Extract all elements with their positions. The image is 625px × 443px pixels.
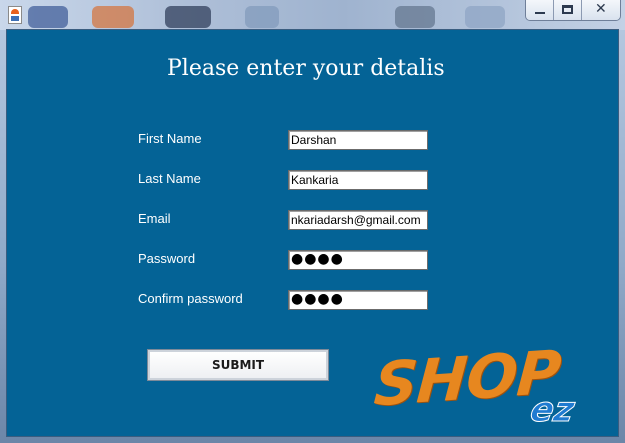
last-name-label: Last Name [138,171,201,186]
submit-button[interactable]: SUBMIT [147,349,329,381]
window-controls: ✕ [525,0,621,21]
desktop-background [165,6,211,28]
password-field[interactable]: ●●●● [288,250,428,270]
desktop-background [395,6,435,28]
first-name-field[interactable]: Darshan [288,130,428,150]
logo-ez-text: ez [527,390,578,431]
confirm-password-field[interactable]: ●●●● [288,290,428,310]
minimize-button[interactable] [526,0,554,20]
first-name-label: First Name [138,131,202,146]
email-label: Email [138,211,171,226]
desktop-background [245,6,279,28]
desktop-background [92,6,134,28]
desktop-background [28,6,68,28]
email-field[interactable]: nkariadarsh@gmail.com [288,210,428,230]
close-button[interactable]: ✕ [582,0,620,20]
close-icon: ✕ [595,1,607,17]
shop-ez-logo: SHOP ez [367,338,612,436]
maximize-icon [562,5,573,14]
desktop-background [465,6,505,28]
registration-panel: Please enter your detalis First Name Dar… [7,30,618,436]
maximize-button[interactable] [554,0,582,20]
java-app-icon[interactable] [8,6,22,24]
title-bar: ✕ [0,0,625,30]
last-name-field[interactable]: Kankaria [288,170,428,190]
confirm-password-label: Confirm password [138,291,243,306]
minimize-icon [535,12,545,14]
password-label: Password [138,251,196,266]
page-title: Please enter your detalis [167,56,445,81]
